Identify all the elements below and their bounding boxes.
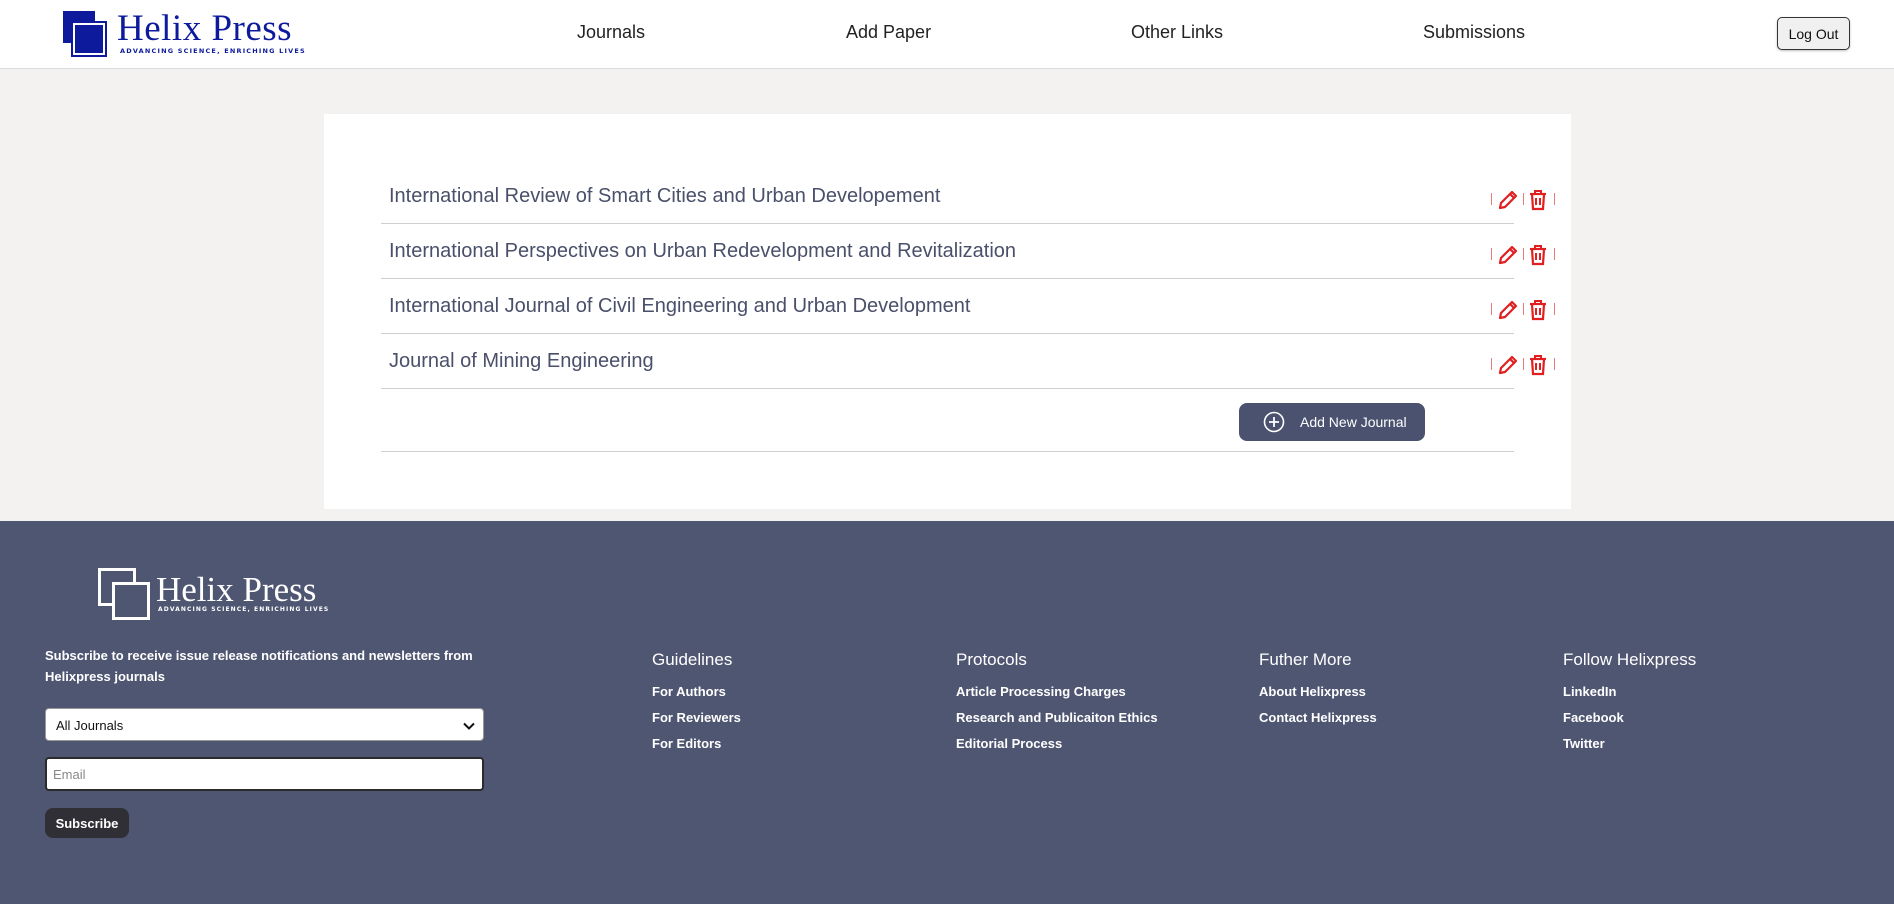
email-field[interactable] bbox=[45, 757, 484, 791]
trash-icon[interactable] bbox=[1526, 243, 1550, 267]
logo-name: Helix Press bbox=[117, 8, 293, 49]
footer-link[interactable]: For Reviewers bbox=[652, 710, 912, 728]
journal-select-value: All Journals bbox=[56, 718, 124, 733]
add-new-journal-button[interactable]: Add New Journal bbox=[1239, 403, 1425, 441]
subscribe-button[interactable]: Subscribe bbox=[45, 808, 129, 838]
logo-squares-icon bbox=[63, 11, 109, 57]
journal-title[interactable]: International Review of Smart Cities and… bbox=[389, 185, 940, 208]
logo-squares-icon bbox=[98, 568, 152, 622]
site-logo[interactable]: Helix Press ADVANCING SCIENCE, ENRICHING… bbox=[63, 8, 313, 57]
footer-link[interactable]: Article Processing Charges bbox=[956, 684, 1216, 702]
journal-row: International Perspectives on Urban Rede… bbox=[381, 224, 1555, 279]
journal-title[interactable]: International Journal of Civil Engineeri… bbox=[389, 295, 970, 318]
footer-column-further-more: Futher More About Helixpress Contact Hel… bbox=[1259, 650, 1519, 736]
plus-circle-icon bbox=[1263, 411, 1285, 433]
nav-add-paper[interactable]: Add Paper bbox=[846, 22, 931, 43]
footer-link-linkedin[interactable]: LinkedIn bbox=[1563, 684, 1823, 702]
divider bbox=[1491, 358, 1492, 370]
divider bbox=[1491, 193, 1492, 205]
pencil-icon[interactable] bbox=[1496, 298, 1520, 322]
journal-row: International Journal of Civil Engineeri… bbox=[381, 279, 1555, 334]
logo-tagline: ADVANCING SCIENCE, ENRICHING LIVES bbox=[120, 47, 306, 55]
subscribe-description: Subscribe to receive issue release notif… bbox=[45, 648, 473, 684]
trash-icon[interactable] bbox=[1526, 298, 1550, 322]
nav-submissions[interactable]: Submissions bbox=[1423, 22, 1525, 43]
divider bbox=[1554, 193, 1555, 205]
footer-column-follow: Follow Helixpress LinkedIn Facebook Twit… bbox=[1563, 650, 1823, 762]
journal-title[interactable]: Journal of Mining Engineering bbox=[389, 350, 654, 373]
site-header: Helix Press ADVANCING SCIENCE, ENRICHING… bbox=[0, 0, 1894, 69]
footer-link[interactable]: Research and Publicaiton Ethics bbox=[956, 710, 1216, 728]
footer-link[interactable]: About Helixpress bbox=[1259, 684, 1519, 702]
chevron-down-icon bbox=[463, 722, 475, 730]
pencil-icon[interactable] bbox=[1496, 353, 1520, 377]
divider bbox=[1491, 248, 1492, 260]
nav-other-links[interactable]: Other Links bbox=[1131, 22, 1223, 43]
footer-logo[interactable]: Helix Press ADVANCING SCIENCE, ENRICHING… bbox=[98, 568, 338, 622]
footer-column-protocols: Protocols Article Processing Charges Res… bbox=[956, 650, 1216, 762]
divider bbox=[1554, 303, 1555, 315]
footer-column-title: Futher More bbox=[1259, 650, 1352, 669]
footer-link[interactable]: Editorial Process bbox=[956, 736, 1216, 754]
trash-icon[interactable] bbox=[1526, 188, 1550, 212]
logout-button[interactable]: Log Out bbox=[1777, 17, 1850, 50]
row-actions bbox=[1484, 298, 1564, 322]
pencil-icon[interactable] bbox=[1496, 243, 1520, 267]
site-footer: Helix Press ADVANCING SCIENCE, ENRICHING… bbox=[0, 521, 1894, 904]
footer-link[interactable]: For Editors bbox=[652, 736, 912, 754]
pencil-icon[interactable] bbox=[1496, 188, 1520, 212]
row-actions bbox=[1484, 353, 1564, 377]
divider bbox=[1523, 248, 1524, 260]
footer-column-guidelines: Guidelines For Authors For Reviewers For… bbox=[652, 650, 912, 762]
divider bbox=[1523, 303, 1524, 315]
footer-column-title: Follow Helixpress bbox=[1563, 650, 1697, 669]
journal-row: Journal of Mining Engineering bbox=[381, 334, 1555, 389]
add-journal-row: Add New Journal bbox=[381, 390, 1514, 452]
divider bbox=[1523, 193, 1524, 205]
footer-column-title: Guidelines bbox=[652, 650, 733, 669]
footer-link-twitter[interactable]: Twitter bbox=[1563, 736, 1823, 754]
footer-link-facebook[interactable]: Facebook bbox=[1563, 710, 1823, 728]
row-actions bbox=[1484, 243, 1564, 267]
journal-select[interactable]: All Journals bbox=[45, 708, 484, 741]
add-new-journal-label: Add New Journal bbox=[1300, 414, 1407, 430]
journals-panel: International Review of Smart Cities and… bbox=[324, 114, 1571, 509]
divider bbox=[1523, 358, 1524, 370]
footer-logo-name: Helix Press bbox=[156, 570, 317, 609]
divider bbox=[1554, 248, 1555, 260]
journal-row: International Review of Smart Cities and… bbox=[381, 169, 1555, 224]
nav-journals[interactable]: Journals bbox=[577, 22, 645, 43]
footer-logo-tagline: ADVANCING SCIENCE, ENRICHING LIVES bbox=[158, 606, 330, 613]
journal-title[interactable]: International Perspectives on Urban Rede… bbox=[389, 240, 1016, 263]
footer-link[interactable]: Contact Helixpress bbox=[1259, 710, 1519, 728]
trash-icon[interactable] bbox=[1526, 353, 1550, 377]
footer-link[interactable]: For Authors bbox=[652, 684, 912, 702]
divider bbox=[1554, 358, 1555, 370]
row-actions bbox=[1484, 188, 1564, 212]
divider bbox=[1491, 303, 1492, 315]
footer-column-title: Protocols bbox=[956, 650, 1027, 669]
